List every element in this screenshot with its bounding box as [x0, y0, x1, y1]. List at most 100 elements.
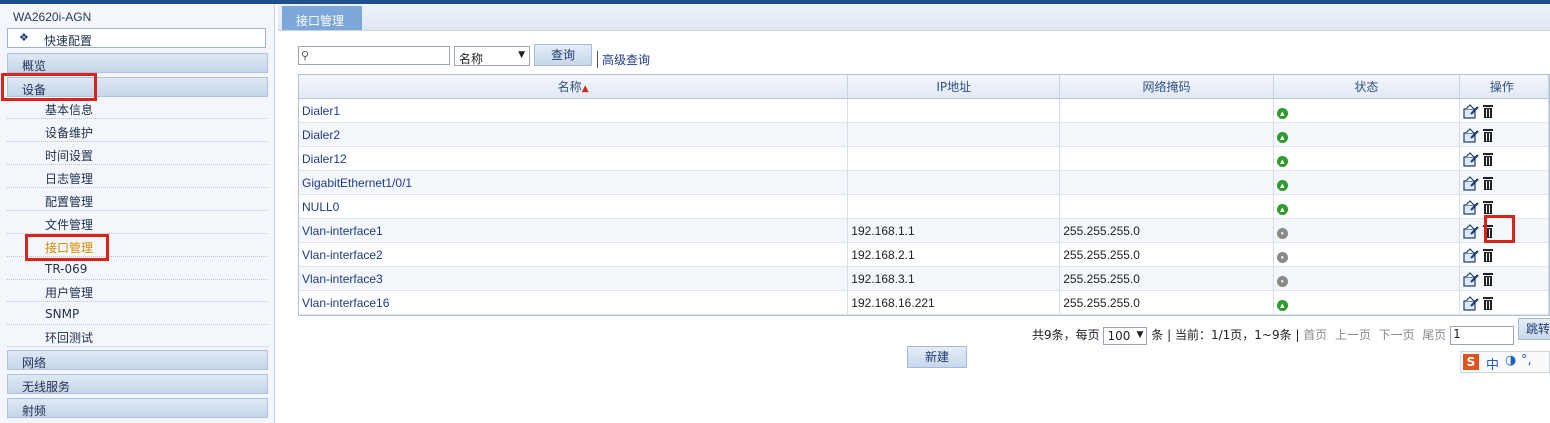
sidebar-item-snmp[interactable]: SNMP — [7, 303, 268, 325]
status-down-icon: • — [1276, 227, 1288, 239]
status-up-icon: ▲ — [1276, 155, 1288, 167]
pagination: 共9条，每页 100 ▼ 条 | 当前：1/1页，1~9条 | 首页 上一页 下一… — [1032, 326, 1515, 345]
interface-name-link[interactable]: Dialer2 — [299, 122, 849, 147]
delete-icon[interactable] — [1482, 152, 1494, 170]
sidebar-item-device-maintenance[interactable]: 设备维护 — [7, 120, 268, 142]
interface-name-link[interactable]: Dialer12 — [299, 146, 849, 171]
table-row: Dialer12 ▲ — [299, 146, 1549, 171]
table-row: Dialer2 ▲ — [299, 122, 1549, 147]
ime-toolbar[interactable]: S 中 ◑ °, — [1460, 351, 1550, 373]
edit-icon[interactable] — [1463, 151, 1479, 170]
actions-cell — [1459, 122, 1549, 147]
interface-name-link[interactable]: Dialer1 — [299, 98, 849, 123]
pager-next[interactable]: 下一页 — [1379, 328, 1415, 342]
query-button[interactable]: 查询 — [534, 44, 592, 66]
interface-name-link[interactable]: Vlan-interface1 — [299, 218, 849, 243]
column-header-mask[interactable]: 网络掩码 — [1059, 75, 1274, 99]
sidebar-item-log-management[interactable]: 日志管理 — [7, 166, 268, 188]
edit-icon[interactable] — [1463, 295, 1479, 314]
advanced-query-link[interactable]: 高级查询 — [597, 51, 650, 68]
pager-prev[interactable]: 上一页 — [1335, 328, 1371, 342]
highlight-box-edit-icon — [1484, 215, 1515, 243]
sidebar-item-tr069[interactable]: TR-069 — [7, 258, 268, 280]
edit-icon[interactable] — [1463, 175, 1479, 194]
search-field-select[interactable]: 名称 ▼ — [454, 46, 530, 66]
per-page-select[interactable]: 100 ▼ — [1103, 326, 1148, 345]
table-row: NULL0 ▲ — [299, 194, 1549, 219]
status-cell: • — [1273, 266, 1460, 291]
highlight-box-interface-management — [25, 234, 109, 261]
pager-last[interactable]: 尾页 — [1422, 328, 1446, 342]
pager-total: 共9条，每页 — [1032, 328, 1100, 342]
netmask-cell: 255.255.255.0 — [1059, 242, 1274, 267]
sidebar-item-loopback-test[interactable]: 环回测试 — [7, 325, 268, 347]
pager-first[interactable]: 首页 — [1303, 328, 1327, 342]
tab-interface-management[interactable]: 接口管理 — [282, 6, 362, 30]
netmask-cell: 255.255.255.0 — [1059, 266, 1274, 291]
punctuation-icon: °, — [1521, 353, 1532, 368]
sidebar-section-overview[interactable]: 概览 — [7, 53, 268, 73]
delete-icon[interactable] — [1482, 176, 1494, 194]
sidebar-section-network[interactable]: 网络 — [7, 350, 268, 370]
column-header-ip[interactable]: IP地址 — [847, 75, 1061, 99]
ip-address-cell: 192.168.2.1 — [847, 242, 1061, 267]
jump-button[interactable]: 跳转 — [1518, 318, 1550, 340]
edit-icon[interactable] — [1463, 199, 1479, 218]
interface-name-link[interactable]: Vlan-interface2 — [299, 242, 849, 267]
table-row: Vlan-interface3 192.168.3.1 255.255.255.0 • — [299, 266, 1549, 291]
delete-icon[interactable] — [1482, 272, 1494, 290]
delete-icon[interactable] — [1482, 296, 1494, 314]
column-header-name[interactable]: 名称▲ — [299, 75, 849, 99]
edit-icon[interactable] — [1463, 223, 1479, 242]
chevron-down-icon: ▼ — [1136, 329, 1144, 340]
interface-name-link[interactable]: NULL0 — [299, 194, 849, 219]
status-up-icon: ▲ — [1276, 299, 1288, 311]
edit-icon[interactable] — [1463, 271, 1479, 290]
interface-name-link[interactable]: GigabitEthernet1/0/1 — [299, 170, 849, 195]
sidebar-item-config-management[interactable]: 配置管理 — [7, 189, 268, 211]
page-number-input[interactable]: 1 — [1450, 326, 1515, 345]
delete-icon[interactable] — [1482, 248, 1494, 266]
netmask-cell: 255.255.255.0 — [1059, 290, 1274, 315]
interface-name-link[interactable]: Vlan-interface16 — [299, 290, 849, 315]
main-panel: 接口管理 ⚲ 名称 ▼ 查询 高级查询 名称▲ IP地址 网络掩码 状态 操作 … — [278, 4, 1550, 423]
status-cell: ▲ — [1273, 146, 1460, 171]
search-field-value: 名称 — [459, 52, 484, 66]
column-header-actions: 操作 — [1459, 75, 1549, 99]
ip-address-cell — [847, 146, 1061, 171]
pager-current: 当前：1/1页，1~9条 — [1174, 328, 1292, 342]
edit-icon[interactable] — [1463, 247, 1479, 266]
status-cell: • — [1273, 242, 1460, 267]
ip-address-cell — [847, 122, 1061, 147]
interface-name-link[interactable]: Vlan-interface3 — [299, 266, 849, 291]
sidebar-section-wireless-service[interactable]: 无线服务 — [7, 374, 268, 394]
edit-icon[interactable] — [1463, 127, 1479, 146]
tab-bar: 接口管理 — [278, 4, 1550, 31]
delete-icon[interactable] — [1482, 128, 1494, 146]
device-model: WA2620i-AGN — [13, 10, 92, 24]
sidebar-item-user-management[interactable]: 用户管理 — [7, 280, 268, 302]
actions-cell — [1459, 170, 1549, 195]
pager-unit: 条 — [1151, 328, 1164, 342]
table-row: Vlan-interface16 192.168.16.221 255.255.25… — [299, 290, 1549, 315]
netmask-cell — [1059, 194, 1274, 219]
edit-icon[interactable] — [1463, 103, 1479, 122]
status-cell: ▲ — [1273, 170, 1460, 195]
search-input[interactable]: ⚲ — [298, 46, 450, 65]
ime-logo: S — [1463, 354, 1479, 370]
ip-address-cell — [847, 170, 1061, 195]
sidebar-item-file-management[interactable]: 文件管理 — [7, 212, 268, 234]
status-cell: • — [1273, 218, 1460, 243]
new-button[interactable]: 新建 — [907, 346, 967, 368]
delete-icon[interactable] — [1482, 104, 1494, 122]
netmask-cell — [1059, 146, 1274, 171]
netmask-cell — [1059, 98, 1274, 123]
column-header-status[interactable]: 状态 — [1273, 75, 1460, 99]
status-cell: ▲ — [1273, 98, 1460, 123]
table-row: Vlan-interface2 192.168.2.1 255.255.255.0 • — [299, 242, 1549, 267]
status-up-icon: ▲ — [1276, 107, 1288, 119]
quick-config-button[interactable]: ❖ 快速配置 — [7, 28, 266, 48]
interface-table: 名称▲ IP地址 网络掩码 状态 操作 Dialer1 ▲ Dialer2 ▲ Di… — [298, 74, 1550, 316]
sidebar-item-time-settings[interactable]: 时间设置 — [7, 143, 268, 165]
sidebar-section-radio[interactable]: 射频 — [7, 398, 268, 418]
